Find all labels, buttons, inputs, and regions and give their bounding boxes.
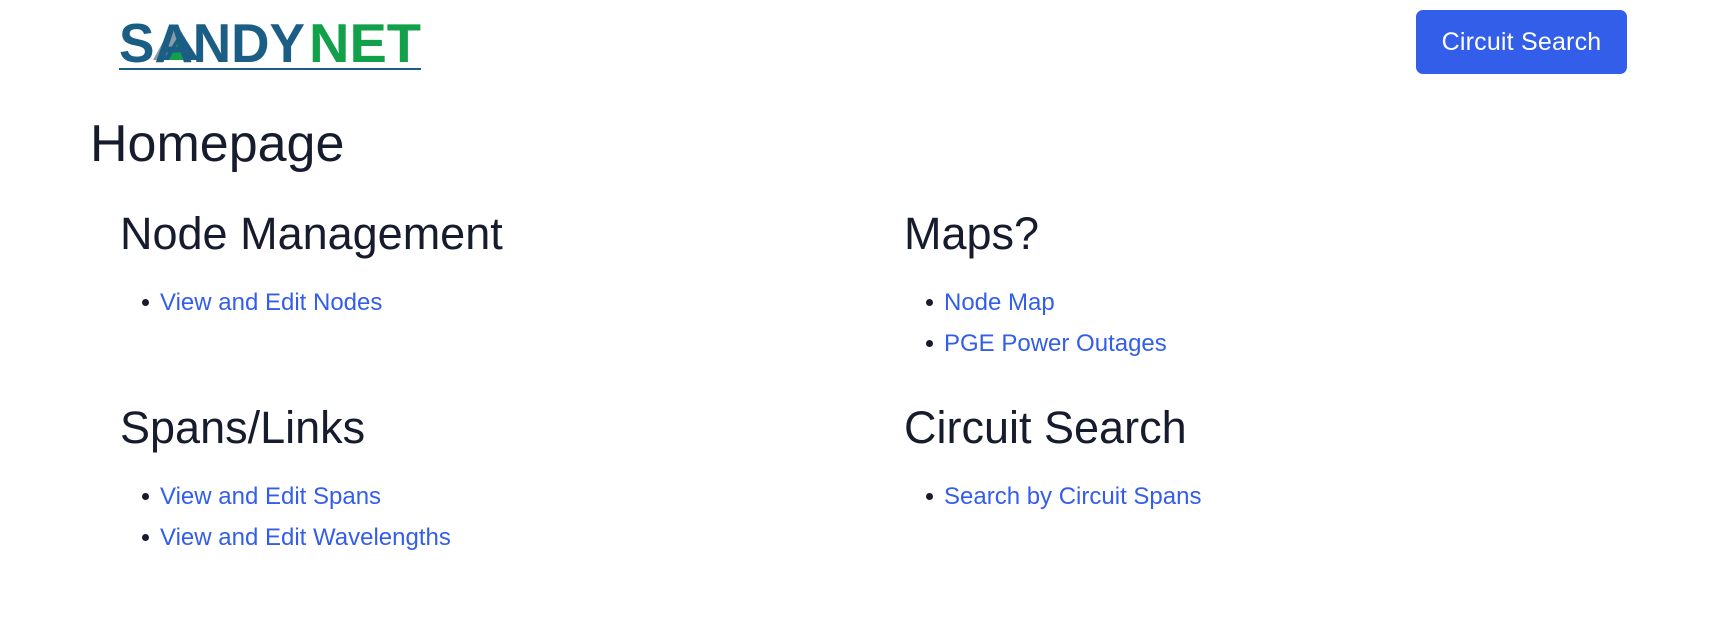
list-item: View and Edit Spans xyxy=(142,476,820,517)
section-heading: Spans/Links xyxy=(120,402,366,453)
list-item: View and Edit Wavelengths xyxy=(142,517,820,558)
bullet-icon xyxy=(926,299,933,306)
logo-text-sandy: SANDY xyxy=(119,14,305,66)
section-heading: Maps? xyxy=(904,208,1040,259)
sandynet-logo: SANDY NET xyxy=(119,14,421,66)
section-circuit-search: Circuit Search Search by Circuit Spans xyxy=(904,400,1604,517)
sandynet-logo-link[interactable]: SANDY NET xyxy=(119,14,421,70)
bullet-icon xyxy=(926,340,933,347)
link-pge-power-outages[interactable]: PGE Power Outages xyxy=(944,330,1167,357)
logo-text-net: NET xyxy=(309,14,421,66)
list-item: PGE Power Outages xyxy=(926,323,1604,364)
list-item: Node Map xyxy=(926,282,1604,323)
bullet-icon xyxy=(142,534,149,541)
link-view-edit-nodes[interactable]: View and Edit Nodes xyxy=(160,289,382,316)
bullet-icon xyxy=(926,493,933,500)
section-maps: Maps? Node Map PGE Power Outages xyxy=(904,206,1604,364)
link-list: View and Edit Spans View and Edit Wavele… xyxy=(120,476,820,558)
link-view-edit-spans[interactable]: View and Edit Spans xyxy=(160,483,381,510)
page-title: Homepage xyxy=(90,115,345,173)
bullet-icon xyxy=(142,299,149,306)
section-heading: Node Management xyxy=(120,208,503,259)
link-search-circuit-spans[interactable]: Search by Circuit Spans xyxy=(944,483,1201,510)
link-view-edit-wavelengths[interactable]: View and Edit Wavelengths xyxy=(160,524,451,551)
bullet-icon xyxy=(142,493,149,500)
section-node-management: Node Management View and Edit Nodes xyxy=(120,206,820,323)
link-list: View and Edit Nodes xyxy=(120,282,820,323)
list-item: Search by Circuit Spans xyxy=(926,476,1604,517)
top-navbar: SANDY NET Circuit Search xyxy=(0,0,1735,84)
link-list: Node Map PGE Power Outages xyxy=(904,282,1604,364)
link-node-map[interactable]: Node Map xyxy=(944,289,1055,316)
link-list: Search by Circuit Spans xyxy=(904,476,1604,517)
logo-underline xyxy=(119,68,421,70)
circuit-search-button[interactable]: Circuit Search xyxy=(1416,10,1627,74)
section-heading: Circuit Search xyxy=(904,402,1187,453)
section-spans-links: Spans/Links View and Edit Spans View and… xyxy=(120,400,820,558)
list-item: View and Edit Nodes xyxy=(142,282,820,323)
